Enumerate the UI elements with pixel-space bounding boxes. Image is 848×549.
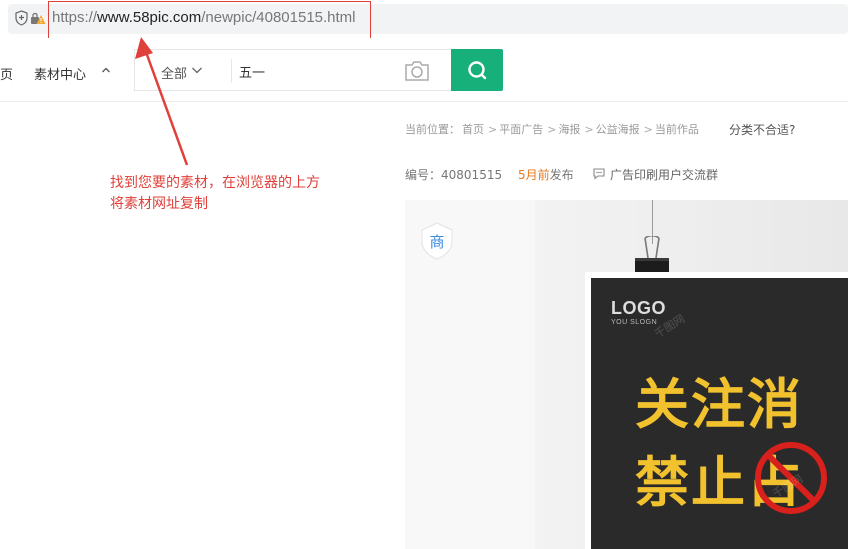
breadcrumb-item[interactable]: 平面广告 bbox=[499, 123, 543, 136]
breadcrumb-separator: > bbox=[547, 123, 557, 136]
search-button[interactable] bbox=[451, 49, 503, 91]
browser-address-bar: https://www.58pic.com/newpic/40801515.ht… bbox=[0, 0, 848, 39]
publish-date-suffix: 发布 bbox=[549, 168, 574, 182]
search-divider bbox=[231, 59, 232, 83]
user-group-link[interactable]: 广告印刷用户交流群 bbox=[610, 166, 718, 183]
search-bar: 全部 bbox=[134, 49, 452, 91]
preview-image[interactable]: 商 LOGO YOU SLOGN 关注消 禁止占 千图网 千图网 bbox=[405, 200, 848, 549]
annotation-line: 将素材网址复制 bbox=[110, 196, 208, 212]
publish-date-value: 5月前 bbox=[518, 168, 550, 182]
breadcrumb-separator: > bbox=[643, 123, 653, 136]
breadcrumb-item[interactable]: 公益海报 bbox=[596, 123, 640, 136]
shield-icon[interactable] bbox=[15, 10, 28, 26]
annotation-line: 找到您要的素材，在浏览器的上方 bbox=[110, 175, 320, 191]
category-feedback-link[interactable]: 分类不合适? bbox=[729, 121, 795, 138]
breadcrumb-item[interactable]: 海报 bbox=[558, 123, 580, 136]
breadcrumb-separator: > bbox=[488, 123, 498, 136]
site-header: 页 素材中心 全部 bbox=[0, 38, 848, 102]
commercial-badge-label: 商 bbox=[429, 233, 445, 251]
search-icon bbox=[468, 61, 487, 80]
poster: LOGO YOU SLOGN 关注消 禁止占 千图网 千图网 bbox=[591, 278, 848, 549]
camera-icon[interactable] bbox=[403, 59, 431, 83]
publish-date: 5月前发布 bbox=[518, 166, 574, 183]
item-id-label: 编号： bbox=[405, 168, 442, 182]
breadcrumb-prefix: 当前位置： bbox=[405, 123, 460, 136]
nav-item-material-center[interactable]: 素材中心 bbox=[34, 64, 86, 83]
poster-frame: LOGO YOU SLOGN 关注消 禁止占 千图网 千图网 bbox=[585, 272, 848, 549]
breadcrumb-item: 当前作品 bbox=[654, 123, 699, 136]
breadcrumb-item[interactable]: 首页 bbox=[462, 123, 484, 136]
annotation-note: 找到您要的素材，在浏览器的上方 将素材网址复制 bbox=[110, 173, 320, 215]
lock-warning-icon[interactable] bbox=[30, 11, 46, 25]
breadcrumb: 当前位置： 首页 > 平面广告 > 海报 > 公益海报 > 当前作品 bbox=[405, 121, 701, 137]
breadcrumb-separator: > bbox=[584, 123, 594, 136]
poster-logo: LOGO bbox=[611, 298, 666, 318]
nav-item-home-partial[interactable]: 页 bbox=[0, 64, 13, 83]
poster-slogan: YOU SLOGN bbox=[611, 319, 658, 326]
chevron-up-icon[interactable] bbox=[100, 64, 112, 76]
item-id-value: 40801515 bbox=[441, 168, 503, 182]
item-id: 编号：40801515 bbox=[405, 166, 502, 183]
search-category-select[interactable]: 全部 bbox=[161, 63, 187, 82]
search-input[interactable] bbox=[239, 60, 389, 82]
chat-bubble-icon bbox=[593, 168, 605, 180]
chevron-down-icon[interactable] bbox=[191, 64, 203, 76]
url-highlight-box bbox=[48, 1, 371, 39]
poster-headline: 关注消 bbox=[635, 373, 803, 436]
